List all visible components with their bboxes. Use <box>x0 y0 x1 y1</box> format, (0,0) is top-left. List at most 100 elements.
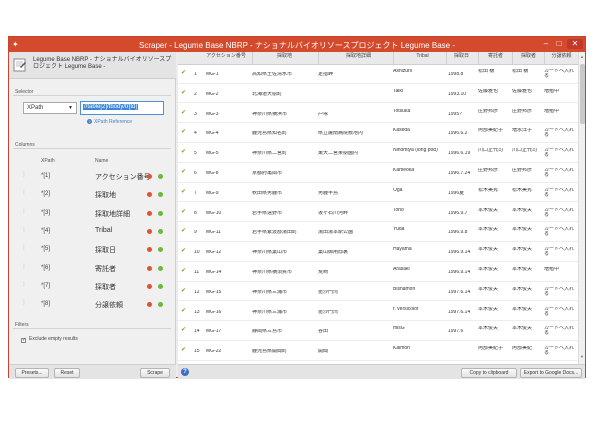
export-to-google-docs-button[interactable]: Export to Google Docs... <box>520 368 582 378</box>
remove-column-icon[interactable] <box>147 283 152 289</box>
add-column-icon[interactable] <box>158 210 163 216</box>
cell-date: 1996夏 <box>448 190 465 196</box>
th-collector[interactable]: 採取者 <box>512 52 544 65</box>
copy-to-clipboard-button[interactable]: Copy to clipboard <box>461 368 517 378</box>
xpath-input[interactable]: //table[2]/tbody/tr[td] <box>80 101 164 115</box>
scrape-button[interactable]: Scrape <box>140 368 170 378</box>
vertical-scrollbar[interactable]: ▲ ▼ <box>578 52 585 364</box>
checkmark-icon: ✔ <box>181 307 187 314</box>
add-column-icon[interactable] <box>158 174 163 179</box>
cell-req: 増殖中 <box>544 267 560 272</box>
remove-column-icon[interactable] <box>147 210 152 216</box>
table-row[interactable]: ✔ 9 MG-11 岩手県紫波郡湯田町 湯田湯本駅公園 Yuda 1996.9.8 本木俊夫 本… <box>178 224 578 242</box>
column-xpath[interactable]: *[7] <box>41 283 50 289</box>
remove-column-icon[interactable] <box>147 192 152 198</box>
minimize-button[interactable]: – <box>541 39 551 49</box>
drag-handle-icon[interactable]: ⋮ <box>21 227 27 235</box>
remove-column-icon[interactable] <box>147 247 152 253</box>
column-xpath[interactable]: *[3] <box>41 210 50 216</box>
cell-dep: 本木俊夫 <box>478 227 499 233</box>
table-row[interactable]: ✔ 7 MG-9 秋田県男鹿市 男鹿半島 Oga 1996夏 松木美秀 松木美秀 カートへ入れる <box>178 185 578 203</box>
column-name[interactable]: アクセション番号 <box>95 172 151 182</box>
table-row[interactable]: ✔ 2 MG-2 北海道大樹町 Taiki 1993.10 佐藤雅也 佐藤雅也 増殖中 <box>178 86 578 104</box>
chevron-down-icon: ▼ <box>68 105 73 111</box>
remove-column-icon[interactable] <box>147 228 152 234</box>
cell-place: 岩手県遠野市 <box>252 210 283 216</box>
add-column-icon[interactable] <box>158 228 163 234</box>
column-xpath[interactable]: *[6] <box>41 265 50 271</box>
table-row[interactable]: ✔ 6 MG-8 京都府亀岡市 Kameoka 1996.7.24 庄野邦彦 庄野邦彦 カートへ… <box>178 165 578 183</box>
selector-type-select[interactable]: XPath ▼ <box>23 102 77 114</box>
cell-req: カートへ入れる <box>544 346 575 357</box>
checkmark-icon: ✔ <box>181 347 187 354</box>
column-name[interactable]: 採取日 <box>95 245 116 255</box>
cell-n: 15 <box>194 349 200 355</box>
exclude-empty-checkbox[interactable]: ✓ Exclude empty results <box>21 336 78 343</box>
close-button[interactable]: ✕ <box>567 39 583 49</box>
reset-button[interactable]: Reset <box>54 368 80 378</box>
maximize-button[interactable]: □ <box>554 39 564 49</box>
title-bar[interactable]: ✦ Scraper - Legume Base NBRP - ナショナルバイオリ… <box>9 37 585 52</box>
divider <box>13 95 171 96</box>
column-xpath[interactable]: *[4] <box>41 228 50 234</box>
cell-tribal: Totsuka <box>393 108 411 114</box>
table-row[interactable]: ✔ 1 MG-1 高知県土佐清水市 足摺岬 Ashizurii 1998.8 松田 穣 松田 穣… <box>178 66 578 84</box>
scrollbar-thumb[interactable] <box>580 64 585 124</box>
table-row[interactable]: ✔ 15 MG-22 鹿児島県開聞町 開聞 Kaimon 阿部美紀子 阿部美紀 カートへ入れる <box>178 343 578 361</box>
help-icon[interactable]: ? <box>181 368 189 376</box>
table-row[interactable]: ✔ 3 MG-3 神奈川県横浜市 戸塚 Totsuka 1995? 庄野邦彦 庄野邦彦 増殖中 <box>178 106 578 124</box>
th-detail[interactable]: 採取地詳細 <box>318 52 398 65</box>
add-column-icon[interactable] <box>158 265 163 271</box>
remove-column-icon[interactable] <box>147 174 152 179</box>
cell-n: 7 <box>194 190 197 196</box>
drag-handle-icon[interactable]: ⋮ <box>21 300 27 308</box>
table-row[interactable]: ✔ 8 MG-10 岩手県遠野市 坂ヶ石川河畔 Tono 1996.9.7 本木俊夫 本木俊夫 カ… <box>178 205 578 223</box>
column-xpath[interactable]: *[1] <box>41 173 50 179</box>
th-tribal[interactable]: Tribal <box>393 52 451 65</box>
add-column-icon[interactable] <box>158 247 163 253</box>
drag-handle-icon[interactable]: ⋮ <box>21 264 27 272</box>
column-name[interactable]: 分譲依頼 <box>95 300 123 310</box>
drag-handle-icon[interactable]: ⋮ <box>21 282 27 290</box>
column-name[interactable]: Tribal <box>95 227 112 234</box>
column-name[interactable]: 採取者 <box>95 282 116 292</box>
cell-place: 神奈川県三浦市 <box>252 289 288 295</box>
th-place[interactable]: 採取地 <box>252 52 316 65</box>
table-row[interactable]: ✔ 14 MG-17 静岡県三島市 谷田 misG 1997.6 本木俊夫 本木俊夫 カートへ入れ… <box>178 323 578 341</box>
scroll-down-icon[interactable]: ▼ <box>580 354 584 359</box>
scroll-up-icon[interactable]: ▲ <box>580 54 584 59</box>
column-xpath[interactable]: *[5] <box>41 246 50 252</box>
column-xpath[interactable]: *[2] <box>41 191 50 197</box>
cell-req: カートへ入れる <box>544 148 575 159</box>
xpath-reference-link[interactable]: ? XPath Reference <box>87 119 132 125</box>
column-name[interactable]: 採取地 <box>95 190 116 200</box>
remove-column-icon[interactable] <box>147 302 152 308</box>
th-depositor[interactable]: 寄託者 <box>478 52 512 65</box>
column-name[interactable]: 採取地詳細 <box>95 209 130 219</box>
drag-handle-icon[interactable]: ⋮ <box>21 190 27 198</box>
remove-column-icon[interactable] <box>147 265 152 271</box>
cell-detail: 東大二宮果樹園内 <box>318 151 359 157</box>
column-name[interactable]: 寄託者 <box>95 264 116 274</box>
th-date[interactable]: 採取日 <box>446 52 476 65</box>
add-column-icon[interactable] <box>158 302 163 308</box>
cell-dep: 佐藤雅也 <box>478 88 499 94</box>
drag-handle-icon[interactable]: ⋮ <box>21 172 27 180</box>
table-row[interactable]: ✔ 13 MG-16 神奈川県三浦市 毘沙門湾 f. versicolor 1997.6.1… <box>178 304 578 322</box>
column-xpath[interactable]: *[8] <box>41 301 50 307</box>
page-header: Legume Base NBRP - ナショナルバイオリソースプロジェクト Le… <box>9 52 176 79</box>
table-row[interactable]: ✔ 5 MG-5 神奈川県二宮町 東大二宮果樹園内 Ninomiya (long pod)… <box>178 145 578 163</box>
table-row[interactable]: ✔ 4 MG-4 鹿児島県知名町 県立薩南病院敷地内 Kaseda 1996.6.2 阿部美紀… <box>178 125 578 143</box>
cell-tribal: f. versicolor <box>393 306 419 312</box>
table-row[interactable]: ✔ 10 MG-12 神奈川県葉山市 葉山御用邸裏 Hayama 1996.9.14 本木俊夫… <box>178 244 578 262</box>
add-column-icon[interactable] <box>158 283 163 289</box>
drag-handle-icon[interactable]: ⋮ <box>21 245 27 253</box>
table-row[interactable]: ✔ 12 MG-15 神奈川県三浦市 毘沙門湾 Bishamon 1997.6.14 本木俊夫… <box>178 284 578 302</box>
cell-n: 1 <box>194 72 197 77</box>
table-row[interactable]: ✔ 11 MG-14 神奈川県横須賀市 荒崎 Arasaki 1996.9.14 本木俊夫 本木… <box>178 264 578 282</box>
th-accession[interactable]: アクセション番号 <box>206 54 246 59</box>
drag-handle-icon[interactable]: ⋮ <box>21 209 27 217</box>
add-column-icon[interactable] <box>158 192 163 198</box>
th-request[interactable]: 分譲依頼 <box>544 52 578 65</box>
presets-button[interactable]: Presets... <box>15 368 49 378</box>
